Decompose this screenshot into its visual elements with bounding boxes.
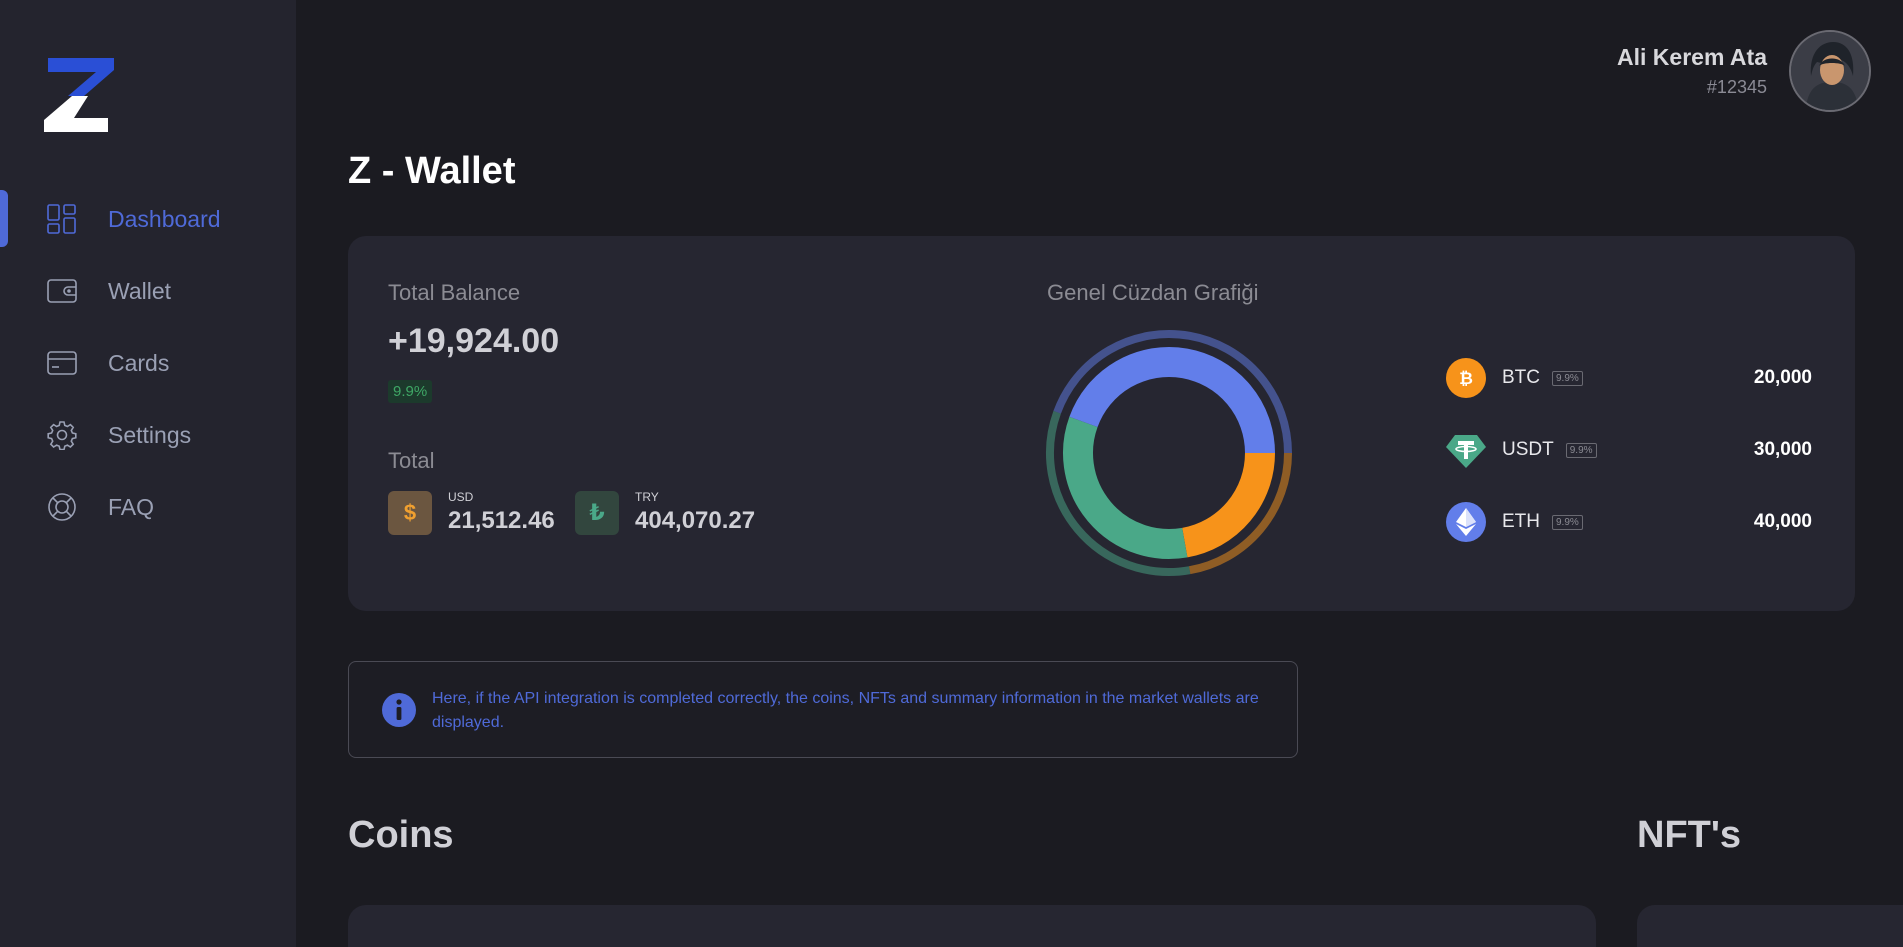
info-icon — [382, 693, 416, 727]
dollar-icon: $ — [388, 490, 432, 535]
coin-pct: 9.9% — [1552, 514, 1583, 530]
lifebuoy-icon — [46, 491, 78, 523]
currency-code: USD — [448, 490, 474, 504]
currency-value: 21,512.46 — [448, 507, 555, 534]
user-name: Ali Kerem Ata — [1617, 44, 1767, 70]
sidebar-item-label: Wallet — [108, 277, 172, 304]
coin-value: 20,000 — [1753, 367, 1812, 388]
coin-name: ETH — [1502, 511, 1540, 532]
currency-usd: $ USD 21,512.46 — [388, 490, 555, 535]
svg-text:₿: ₿ — [1459, 369, 1473, 388]
balance-change-badge: 9.9% — [388, 380, 433, 403]
tether-icon — [1446, 430, 1486, 470]
sidebar-item-label: Dashboard — [108, 205, 221, 232]
sidebar-item-faq[interactable]: FAQ — [0, 478, 296, 536]
sidebar-item-settings[interactable]: Settings — [0, 406, 296, 464]
user-id: #12345 — [1706, 77, 1767, 97]
gear-icon — [46, 419, 78, 451]
total-label: Total — [388, 448, 435, 473]
sidebar-item-label: Settings — [108, 421, 192, 448]
coin-row-eth[interactable]: ETH 9.9% 40,000 — [1446, 501, 1812, 543]
ethereum-icon — [1446, 502, 1486, 542]
coin-value: 40,000 — [1753, 511, 1812, 532]
sidebar-item-label: FAQ — [108, 493, 155, 520]
chart-title: Genel Cüzdan Grafiği — [1047, 280, 1259, 305]
coin-name: BTC — [1502, 367, 1540, 388]
lira-icon: ₺ — [575, 490, 619, 535]
nfts-panel — [1637, 905, 1903, 947]
coin-pct: 9.9% — [1565, 442, 1597, 458]
sidebar: Dashboard Wallet Cards Settings FAQ — [0, 0, 296, 947]
sidebar-item-cards[interactable]: Cards — [0, 334, 296, 392]
donut-slice-btc[interactable] — [1181, 452, 1275, 558]
app-root: Dashboard Wallet Cards Settings FAQ Ali … — [0, 0, 1903, 947]
currency-try: ₺ TRY 404,070.27 — [575, 490, 755, 535]
coin-value: 30,000 — [1753, 439, 1812, 460]
user-info: Ali Kerem Ata #12345 — [1617, 44, 1767, 98]
page-title: Z - Wallet — [348, 150, 516, 192]
coin-row-btc[interactable]: ₿ BTC 9.9% 20,000 — [1446, 357, 1812, 399]
currency-value: 404,070.27 — [635, 507, 756, 534]
wallet-icon — [46, 275, 78, 307]
donut-slice-eth[interactable] — [1069, 347, 1275, 454]
sidebar-item-label: Cards — [108, 349, 170, 376]
coins-panel — [348, 905, 1596, 947]
coin-pct: 9.9% — [1552, 370, 1583, 386]
wallet-donut-chart — [1046, 330, 1292, 576]
donut-slice-usdt[interactable] — [1063, 416, 1188, 559]
coin-name: USDT — [1502, 439, 1554, 460]
nfts-section-title: NFT's — [1637, 814, 1742, 856]
bitcoin-icon: ₿ — [1446, 358, 1486, 398]
coin-row-usdt[interactable]: USDT 9.9% 30,000 — [1446, 429, 1812, 471]
total-balance-value: +19,924.00 — [388, 322, 560, 360]
sidebar-item-wallet[interactable]: Wallet — [0, 262, 296, 320]
info-text: Here, if the API integration is complete… — [432, 690, 1259, 731]
avatar[interactable] — [1789, 30, 1871, 112]
z-wallet-logo[interactable] — [44, 56, 116, 134]
total-balance-label: Total Balance — [388, 280, 521, 305]
info-alert: Here, if the API integration is complete… — [348, 661, 1298, 758]
sidebar-item-dashboard[interactable]: Dashboard — [0, 190, 296, 248]
coins-section-title: Coins — [348, 814, 454, 856]
balance-card: Total Balance +19,924.00 9.9% Total $ US… — [348, 236, 1855, 611]
currency-code: TRY — [635, 490, 659, 504]
dashboard-icon — [46, 203, 78, 235]
card-icon — [46, 347, 78, 379]
user-profile[interactable]: Ali Kerem Ata #12345 — [1617, 30, 1871, 112]
